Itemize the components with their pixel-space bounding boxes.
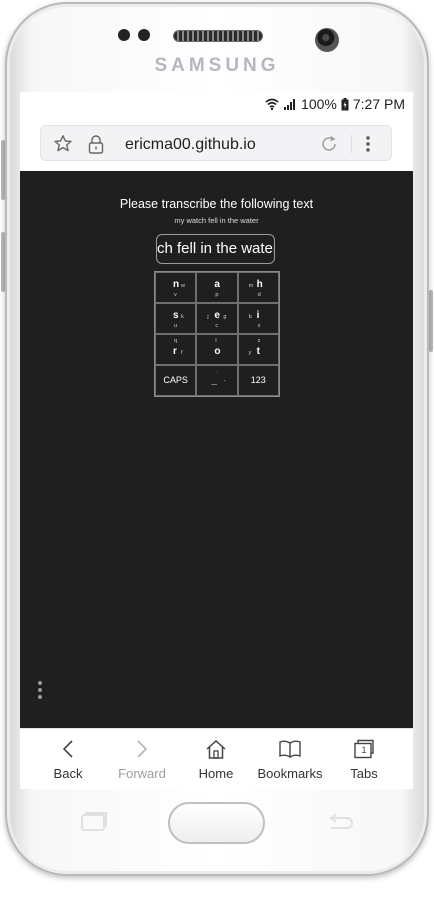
bookmarks-label: Bookmarks [257,766,323,781]
more-menu-icon[interactable] [364,134,372,154]
key-label: r [173,346,177,357]
chevron-right-icon [137,740,148,758]
key-extra: c [215,323,219,329]
key-label: h [256,279,263,290]
status-bar: 100% 7:27 PM [20,92,413,117]
reload-icon[interactable] [319,134,339,154]
earpiece-speaker [173,30,263,42]
key-extra: x [257,323,261,329]
key-label: o [214,346,221,357]
divider [351,135,352,153]
forward-button[interactable]: Forward [103,737,181,781]
typed-text-field[interactable]: ch fell in the water [156,234,275,264]
url-box[interactable]: ericma00.github.io [40,125,392,161]
key-s[interactable]: s k u [155,303,197,334]
key-extra: d [257,292,261,298]
key-extra: p [215,292,219,298]
screen: 100% 7:27 PM ericma00.github.io Please t… [20,92,413,789]
key-extra: k [181,314,184,320]
key-extra: v [174,292,177,298]
url-text[interactable]: ericma00.github.io [125,136,256,154]
key-extra: q [174,338,178,344]
key-extra: w [181,283,185,289]
key-label: n [173,279,180,290]
home-label: Home [198,766,234,781]
key-label: a [214,279,220,290]
signal-icon [284,99,296,110]
back-label: Back [53,766,83,781]
key-extra: m [248,283,254,289]
tabs-label: Tabs [350,766,378,781]
keyboard-grid: n w v a p m h d s k u j e g c b i x q r … [154,271,280,397]
key-r[interactable]: q r f [155,334,197,365]
key-label: t [256,346,260,357]
numbers-key[interactable]: 123 [237,365,279,396]
key-h[interactable]: m h d [237,272,279,303]
key-label: i [256,310,260,321]
home-icon [206,739,226,759]
caps-label: CAPS [163,375,188,385]
key-extra: g [223,314,227,320]
key-extra: y [248,350,252,356]
browser-toolbar: Back Forward Home Bookmarks 1 Tabs [20,728,413,789]
space-key[interactable]: . _ ' [196,365,238,396]
forward-label: Forward [118,766,166,781]
address-bar: ericma00.github.io [20,117,413,171]
battery-percent: 100% [301,96,337,112]
key-extra: b [248,314,252,320]
tab-count: 1 [361,745,367,755]
back-key-icon[interactable] [325,812,355,832]
key-label: e [214,310,220,321]
tabs-button[interactable]: 1 Tabs [325,737,403,781]
power-button[interactable] [429,290,433,352]
light-sensor [138,29,150,41]
key-label: s [173,310,179,321]
key-extra: u [174,323,178,329]
key-i[interactable]: b i x [237,303,279,334]
key-extra: l [215,338,217,344]
key-extra: f [181,350,183,356]
key-e[interactable]: j e g c [196,303,238,334]
key-extra: ' [224,380,226,386]
proximity-sensor [118,29,130,41]
recent-apps-key[interactable] [78,812,108,832]
back-button[interactable]: Back [29,737,107,781]
numbers-label: 123 [250,375,266,385]
key-o[interactable]: l o [196,334,238,365]
key-n[interactable]: n w v [155,272,197,303]
key-label: _ [211,375,217,386]
brand-logo: SAMSUNG [154,55,280,76]
floating-menu-button[interactable] [28,678,52,708]
bookmarks-button[interactable]: Bookmarks [251,737,329,781]
key-t[interactable]: z y t [237,334,279,365]
book-icon [279,740,301,758]
target-phrase: my watch fell in the water [174,216,259,225]
battery-charging-icon [341,97,349,110]
key-a[interactable]: a p [196,272,238,303]
key-extra: j [207,314,209,320]
lock-icon [88,135,104,154]
home-button[interactable]: Home [177,737,255,781]
key-extra: z [257,338,261,344]
caps-key[interactable]: CAPS [155,365,197,396]
chevron-left-icon [62,740,73,758]
wifi-icon [265,98,279,110]
front-camera [315,28,339,52]
instruction-text: Please transcribe the following text [119,197,314,211]
clock: 7:27 PM [352,96,405,112]
home-hardware-button[interactable] [168,802,265,844]
star-icon[interactable] [53,134,73,154]
